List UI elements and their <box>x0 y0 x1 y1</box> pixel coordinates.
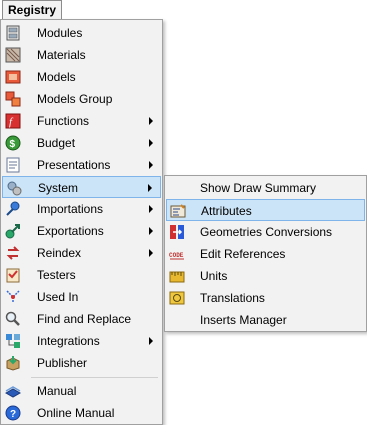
menu-item-integrations[interactable]: Integrations <box>2 330 161 352</box>
find-replace-icon <box>5 311 21 327</box>
submenu-arrow-icon <box>149 117 153 125</box>
submenu-arrow-icon <box>148 184 152 192</box>
submenu-arrow-icon <box>149 139 153 147</box>
menu-item-models[interactable]: Models <box>2 66 161 88</box>
svg-text:$: $ <box>10 139 16 150</box>
menu-item-exportations[interactable]: Exportations <box>2 220 161 242</box>
svg-text:?: ? <box>10 409 16 420</box>
menu-item-used-in[interactable]: Used In <box>2 286 161 308</box>
submenu-item-show-draw-summary[interactable]: Show Draw Summary <box>166 177 365 199</box>
models-group-icon <box>5 91 21 107</box>
menu-item-budget[interactable]: $ Budget <box>2 132 161 154</box>
submenu-item-attributes[interactable]: Attributes <box>166 199 365 221</box>
menu-item-publisher[interactable]: Publisher <box>2 352 161 374</box>
edit-references-icon: CODE <box>169 246 185 262</box>
integrations-icon <box>5 333 21 349</box>
submenu-item-translations[interactable]: Translations <box>166 287 365 309</box>
manual-icon <box>4 383 22 399</box>
translations-icon <box>169 290 185 306</box>
menu-item-testers[interactable]: Testers <box>2 264 161 286</box>
submenu-arrow-icon <box>149 227 153 235</box>
menu-item-online-manual[interactable]: ? Online Manual <box>2 402 161 424</box>
menu-item-modules[interactable]: Modules <box>2 22 161 44</box>
svg-text:CODE: CODE <box>169 252 184 259</box>
budget-icon: $ <box>5 135 21 151</box>
menu-bar: Registry <box>0 0 367 20</box>
registry-dropdown-menu: Modules Materials Models Models Group f … <box>0 19 163 425</box>
system-icon <box>6 180 22 196</box>
menu-item-system[interactable]: System <box>2 176 161 198</box>
submenu-arrow-icon <box>149 249 153 257</box>
exportations-icon <box>5 223 21 239</box>
attributes-icon <box>170 203 186 219</box>
online-manual-icon: ? <box>5 405 21 421</box>
menu-item-manual[interactable]: Manual <box>2 380 161 402</box>
submenu-item-geometries-conversions[interactable]: Geometries Conversions <box>166 221 365 243</box>
used-in-icon <box>5 289 21 305</box>
registry-menu[interactable]: Registry <box>2 0 62 20</box>
system-submenu: Show Draw Summary Attributes Geometries … <box>164 175 367 332</box>
testers-icon <box>5 267 21 283</box>
menu-separator <box>31 377 158 378</box>
publisher-icon <box>5 355 21 371</box>
functions-icon: f <box>5 113 21 129</box>
units-icon <box>169 268 185 284</box>
submenu-item-edit-references[interactable]: CODE Edit References <box>166 243 365 265</box>
submenu-item-units[interactable]: Units <box>166 265 365 287</box>
menu-item-materials[interactable]: Materials <box>2 44 161 66</box>
materials-icon <box>5 47 21 63</box>
menu-item-functions[interactable]: f Functions <box>2 110 161 132</box>
menu-item-importations[interactable]: Importations <box>2 198 161 220</box>
submenu-arrow-icon <box>149 205 153 213</box>
menu-item-find-replace[interactable]: Find and Replace <box>2 308 161 330</box>
menu-item-presentations[interactable]: Presentations <box>2 154 161 176</box>
menu-item-reindex[interactable]: Reindex <box>2 242 161 264</box>
reindex-icon <box>5 245 21 261</box>
submenu-arrow-icon <box>149 161 153 169</box>
geometries-conversions-icon <box>169 224 185 240</box>
importations-icon <box>5 201 21 217</box>
presentations-icon <box>5 157 21 173</box>
menu-item-models-group[interactable]: Models Group <box>2 88 161 110</box>
models-icon <box>5 69 21 85</box>
submenu-arrow-icon <box>149 337 153 345</box>
submenu-item-inserts-manager[interactable]: Inserts Manager <box>166 309 365 331</box>
modules-icon <box>5 25 21 41</box>
